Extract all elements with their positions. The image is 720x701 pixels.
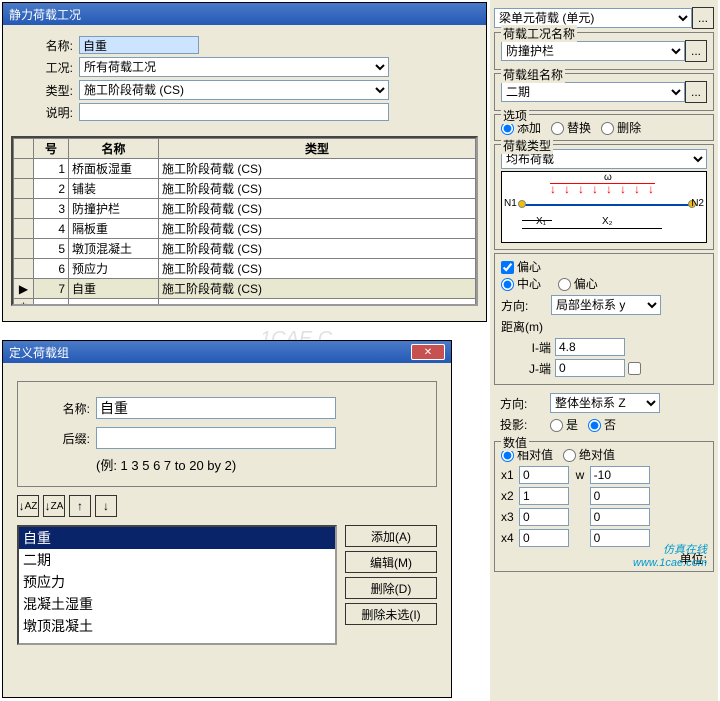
new-row-icon: *	[14, 299, 34, 307]
group-more-button[interactable]: ...	[685, 81, 707, 103]
delete-button[interactable]: 删除(D)	[345, 577, 437, 599]
lbl-x2: x2	[501, 489, 519, 503]
table-row-new: *	[14, 299, 476, 307]
ecc-dir-select[interactable]: 局部坐标系 y	[551, 295, 661, 315]
lbl-suffix: 后缀:	[30, 430, 90, 447]
lbl-desc: 说明:	[13, 104, 73, 121]
jend-input[interactable]	[555, 359, 625, 377]
lbl-dist: 距离(m)	[501, 318, 707, 335]
panel-group-title: 荷载组名称	[501, 66, 565, 83]
row-marker-icon: ▶	[14, 279, 34, 299]
win1-title: 静力荷载工况	[3, 3, 486, 25]
example-text: (例: 1 3 5 6 7 to 20 by 2)	[96, 455, 424, 474]
lbl-x3: x3	[501, 510, 519, 524]
table-row: 6预应力施工阶段荷载 (CS)	[14, 259, 476, 279]
desc-input[interactable]	[79, 103, 389, 121]
move-down-button[interactable]: ↓	[95, 495, 117, 517]
x2-input[interactable]	[519, 487, 569, 505]
delete-unselected-button[interactable]: 删除未选(I)	[345, 603, 437, 625]
lbl-dir: 方向:	[501, 297, 551, 314]
lbl-jend: J-端	[501, 360, 551, 377]
w1-input[interactable]	[590, 466, 650, 484]
close-icon[interactable]: ✕	[411, 344, 445, 360]
case-name-select[interactable]: 防撞护栏	[501, 41, 685, 61]
x4-input[interactable]	[519, 529, 569, 547]
sort-za-button[interactable]: ↓ZA	[43, 495, 65, 517]
list-item: 自重	[19, 527, 335, 549]
panel-case-title: 荷载工况名称	[501, 25, 577, 42]
table-row: 3防撞护栏施工阶段荷载 (CS)	[14, 199, 476, 219]
dir2-select[interactable]: 整体坐标系 Z	[550, 393, 660, 413]
table-row: 5墩顶混凝土施工阶段荷载 (CS)	[14, 239, 476, 259]
jend-checkbox[interactable]	[628, 362, 641, 375]
ecc-center-radio[interactable]: 中心	[501, 277, 541, 291]
lbl-type: 类型:	[13, 82, 73, 99]
panel-opts-title: 选项	[501, 107, 529, 124]
suffix-input[interactable]	[96, 427, 336, 449]
table-row: 4隔板重施工阶段荷载 (CS)	[14, 219, 476, 239]
list-item: 混凝土湿重	[19, 593, 335, 615]
opt-delete-radio[interactable]: 删除	[601, 121, 641, 135]
table-row-selected: ▶7自重施工阶段荷载 (CS)	[14, 279, 476, 299]
list-item: 二期	[19, 549, 335, 571]
load-diagram: ω ↓↓↓↓↓↓↓↓ N1 N2 X₁ X₂	[501, 171, 707, 243]
edit-button[interactable]: 编辑(M)	[345, 551, 437, 573]
w3-input[interactable]	[590, 508, 650, 526]
lbl-x4: x4	[501, 531, 519, 545]
lbl-name: 名称:	[13, 37, 73, 54]
w2-input[interactable]	[590, 487, 650, 505]
lbl-case: 工况:	[13, 59, 73, 76]
lbl-dir2: 方向:	[500, 395, 550, 412]
list-item: 墩顶混凝土	[19, 615, 335, 637]
load-table[interactable]: 号名称类型 1桥面板湿重施工阶段荷载 (CS) 2铺装施工阶段荷载 (CS) 3…	[13, 138, 476, 306]
abs-radio[interactable]: 绝对值	[563, 448, 615, 462]
sort-az-button[interactable]: ↓AZ	[17, 495, 39, 517]
lbl-x1: x1	[501, 468, 519, 482]
name-input[interactable]	[79, 36, 199, 54]
ecc-offset-radio[interactable]: 偏心	[558, 277, 598, 291]
lbl-iend: I-端	[501, 339, 551, 356]
table-row: 1桥面板湿重施工阶段荷载 (CS)	[14, 159, 476, 179]
move-up-button[interactable]: ↑	[69, 495, 91, 517]
case-more-button[interactable]: ...	[685, 40, 707, 62]
watermark: 仿真在线www.1cae.com	[633, 541, 707, 569]
lbl-name2: 名称:	[30, 400, 90, 417]
group-listbox[interactable]: 自重 二期 预应力 混凝土湿重 墩顶混凝土	[17, 525, 337, 645]
x1-input[interactable]	[519, 466, 569, 484]
panel-loadtype-title: 荷载类型	[501, 137, 553, 154]
opt-replace-radio[interactable]: 替换	[551, 121, 591, 135]
iend-input[interactable]	[555, 338, 625, 356]
type-select[interactable]: 施工阶段荷载 (CS)	[79, 80, 389, 100]
table-row: 2铺装施工阶段荷载 (CS)	[14, 179, 476, 199]
panel-values-title: 数值	[501, 434, 529, 451]
lbl-proj: 投影:	[500, 416, 550, 433]
case-select[interactable]: 所有荷载工况	[79, 57, 389, 77]
add-button[interactable]: 添加(A)	[345, 525, 437, 547]
more-button[interactable]: ...	[692, 7, 714, 29]
ecc-checkbox[interactable]: 偏心	[501, 260, 541, 274]
list-item: 预应力	[19, 571, 335, 593]
x3-input[interactable]	[519, 508, 569, 526]
win2-title: 定义荷载组✕	[3, 341, 451, 363]
proj-yes-radio[interactable]: 是	[550, 416, 578, 433]
group-name-select[interactable]: 二期	[501, 82, 685, 102]
lbl-w: w	[576, 468, 590, 482]
group-name-input[interactable]	[96, 397, 336, 419]
proj-no-radio[interactable]: 否	[588, 416, 616, 433]
